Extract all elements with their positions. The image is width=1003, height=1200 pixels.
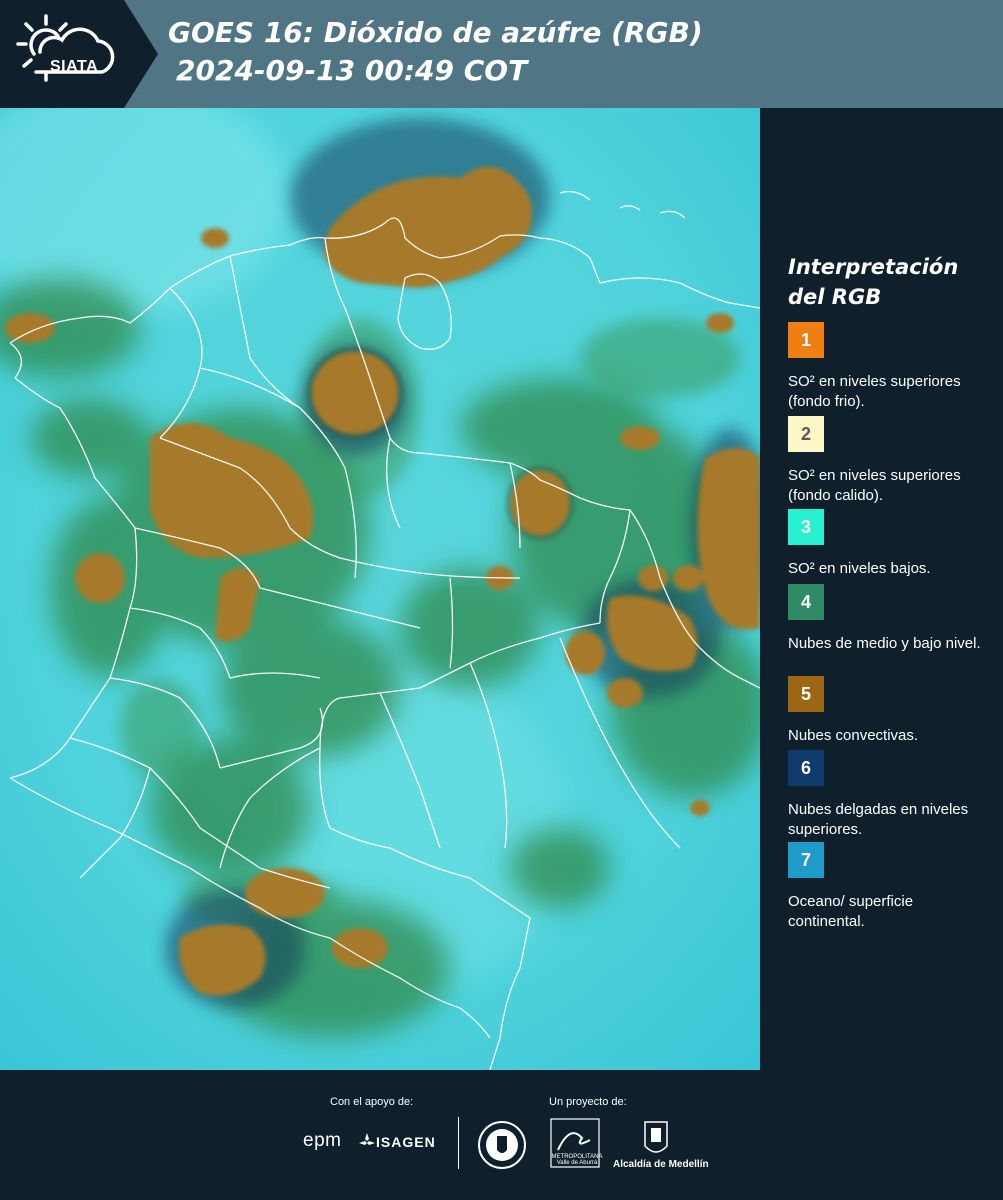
legend-swatch: 4 xyxy=(788,584,824,620)
legend-item-5: 5 Nubes convectivas. xyxy=(788,676,988,746)
footer-divider xyxy=(458,1117,459,1169)
legend-swatch: 1 xyxy=(788,322,824,358)
legend-label: Nubes convectivas. xyxy=(788,727,919,744)
isagen-logo[interactable]: ISAGEN xyxy=(376,1134,436,1150)
legend-title-line2: del RGB xyxy=(788,285,882,309)
epm-logo[interactable]: epm xyxy=(303,1130,341,1152)
legend-label: SO² en niveles superiores (fondo calido)… xyxy=(788,467,961,504)
page-title: GOES 16: Dióxido de azúfre (RGB) xyxy=(168,16,703,49)
legend-label: SO² en niveles superiores (fondo frio). xyxy=(788,373,961,410)
legend-item-1: 1 SO² en niveles superiores (fondo frio)… xyxy=(788,322,988,412)
page-subtitle-datetime: 2024-09-13 00:49 COT xyxy=(176,54,528,87)
legend-label: Nubes de medio y bajo nivel. xyxy=(788,635,981,652)
legend-item-7: 7 Oceano/ superficie continental. xyxy=(788,842,988,932)
logo-panel: SIATA xyxy=(0,0,158,108)
project-label: Un proyecto de: xyxy=(549,1096,627,1108)
legend-label: Oceano/ superficie continental. xyxy=(788,893,914,930)
footer-bar: Con el apoyo de: Un proyecto de: epm ISA… xyxy=(0,1070,1003,1200)
legend-label: Nubes delgadas en niveles superiores. xyxy=(788,801,969,838)
medellin-seal-icon[interactable] xyxy=(477,1120,527,1170)
legend-label: SO² en niveles bajos. xyxy=(788,560,931,577)
legend-swatch: 6 xyxy=(788,750,824,786)
rgb-satellite-image xyxy=(0,108,760,1070)
legend-title-line1: Interpretación xyxy=(788,255,959,279)
legend-panel: Interpretación del RGB 1 SO² en niveles … xyxy=(772,108,1003,1070)
header-bar: SIATA GOES 16: Dióxido de azúfre (RGB) 2… xyxy=(0,0,1003,108)
support-label: Con el apoyo de: xyxy=(330,1096,414,1108)
legend-swatch: 2 xyxy=(788,416,824,452)
legend-item-3: 3 SO² en niveles bajos. xyxy=(788,509,988,579)
legend-title: Interpretación del RGB xyxy=(788,252,988,312)
alcaldia-crest-icon[interactable] xyxy=(643,1120,669,1158)
siata-logo[interactable]: SIATA xyxy=(14,14,126,94)
alcaldia-label: Alcaldía de Medellín xyxy=(613,1159,709,1170)
legend-item-6: 6 Nubes delgadas en niveles superiores. xyxy=(788,750,988,840)
legend-item-2: 2 SO² en niveles superiores (fondo calid… xyxy=(788,416,988,506)
logo-text: SIATA xyxy=(50,58,99,75)
legend-swatch: 5 xyxy=(788,676,824,712)
isagen-mark-icon xyxy=(359,1133,375,1145)
sun-cloud-icon xyxy=(16,14,115,82)
metro-label: METROPOLITANA Valle de Aburrá xyxy=(551,1154,603,1166)
legend-swatch: 7 xyxy=(788,842,824,878)
satellite-map[interactable] xyxy=(0,108,760,1070)
legend-swatch: 3 xyxy=(788,509,824,545)
legend-item-4: 4 Nubes de medio y bajo nivel. xyxy=(788,584,988,654)
